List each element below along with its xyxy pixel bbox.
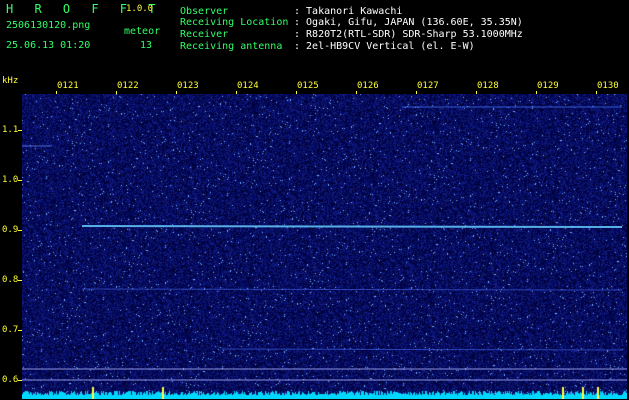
x-tick-0123: 0123: [177, 81, 199, 91]
datetime: 25.06.13 01:20: [6, 40, 91, 51]
app-version: 1.0.0: [126, 4, 154, 14]
carrier-trace-0-9: [81, 225, 623, 228]
y-tick-1-1: 1.1: [2, 125, 19, 135]
waterfall-display: [22, 94, 627, 399]
info-value-antenna: : 2el-HB9CV Vertical (el. E-W): [294, 41, 475, 52]
y-tick-0-6: 0.6: [2, 375, 19, 385]
x-tick-0129: 0129: [537, 81, 559, 91]
info-label-location: Receiving Location: [180, 17, 289, 28]
x-tick-0121: 0121: [57, 81, 79, 91]
info-label-antenna: Receiving antenna: [180, 41, 283, 52]
filename: 2506130120.png: [6, 20, 91, 31]
meteor-count: 13: [140, 40, 153, 51]
y-tick-0-7: 0.7: [2, 325, 19, 335]
y-axis-unit: kHz: [2, 76, 19, 86]
x-tick-0122: 0122: [117, 81, 139, 91]
info-label-receiver: Receiver: [180, 29, 229, 40]
y-tick-0-8: 0.8: [2, 275, 19, 285]
info-value-receiver: : R820T2(RTL-SDR) SDR-Sharp 53.1000MHz: [294, 29, 523, 40]
x-tick-0128: 0128: [477, 81, 499, 91]
y-tick-0-9: 0.9: [2, 225, 19, 235]
mode-label: meteor: [124, 26, 161, 37]
x-tick-0125: 0125: [297, 81, 319, 91]
faint-trace-0-8: [81, 288, 623, 291]
y-tick-1-0: 1.0: [2, 175, 19, 185]
x-tick-0124: 0124: [237, 81, 259, 91]
x-tick-0130: 0130: [597, 81, 619, 91]
x-tick-0127: 0127: [417, 81, 439, 91]
faint-trace-0-7: [221, 348, 623, 351]
waterfall-signals: [22, 106, 627, 381]
x-tick-0126: 0126: [357, 81, 379, 91]
info-value-location: : Ogaki, Gifu, JAPAN (136.60E, 35.35N): [294, 17, 523, 28]
